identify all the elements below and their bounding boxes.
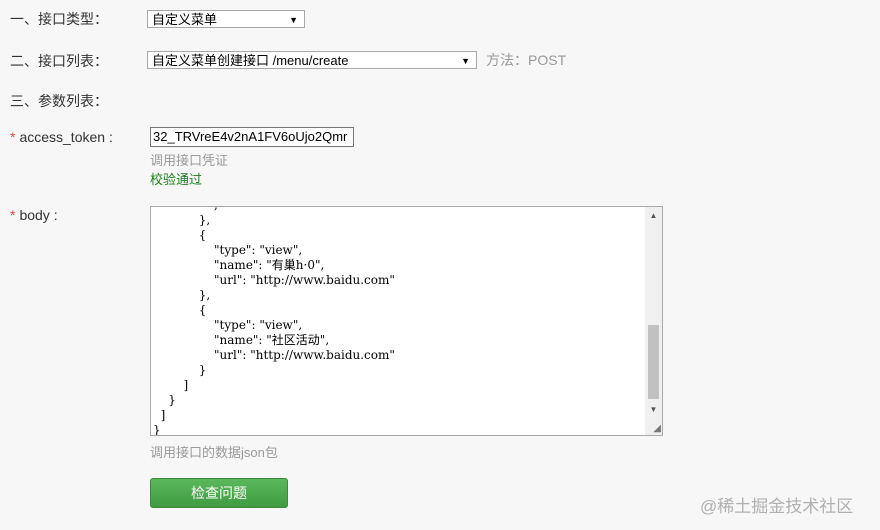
dropdown-arrow-icon: ▼ <box>289 15 298 25</box>
scroll-thumb[interactable] <box>648 325 659 399</box>
dropdown-arrow-icon: ▼ <box>461 56 470 66</box>
watermark: @稀土掘金技术社区 <box>700 497 854 516</box>
required-mark: * <box>10 129 16 145</box>
body-label: body : <box>19 207 58 223</box>
body-textarea[interactable]: , }, { "type": "view", "name": "有巢h·0", … <box>150 206 663 436</box>
interface-type-value: 自定义菜单 <box>152 12 218 27</box>
access-token-label-row: * access_token : <box>10 129 113 145</box>
interface-type-select[interactable]: 自定义菜单 ▼ <box>147 10 305 28</box>
interface-list-value: 自定义菜单创建接口 /menu/create <box>152 53 349 68</box>
access-token-status: 校验通过 <box>150 172 203 187</box>
interface-type-label: 一、接口类型： <box>10 11 108 27</box>
access-token-input[interactable]: 32_TRVreE4v2nA1FV6oUjo2Qmr <box>150 127 354 147</box>
scroll-up-icon[interactable]: ▲ <box>645 209 662 223</box>
access-token-label: access_token : <box>19 129 113 145</box>
scroll-down-icon[interactable]: ▼ <box>645 403 662 417</box>
required-mark: * <box>10 207 16 223</box>
interface-list-label: 二、接口列表： <box>10 53 108 69</box>
body-hint: 调用接口的数据json包 <box>150 445 278 460</box>
params-label: 三、参数列表： <box>10 93 108 109</box>
resize-grip-icon[interactable]: ◢ <box>653 424 661 434</box>
access-token-hint: 调用接口凭证 <box>150 153 229 168</box>
body-code: , }, { "type": "view", "name": "有巢h·0", … <box>153 207 395 436</box>
method-text: 方法：POST <box>486 52 567 68</box>
body-label-row: * body : <box>10 207 58 223</box>
textarea-scrollbar[interactable]: ▲ ▼ <box>645 207 662 435</box>
check-problem-button[interactable]: 检查问题 <box>150 478 288 508</box>
interface-list-select[interactable]: 自定义菜单创建接口 /menu/create ▼ <box>147 51 477 69</box>
